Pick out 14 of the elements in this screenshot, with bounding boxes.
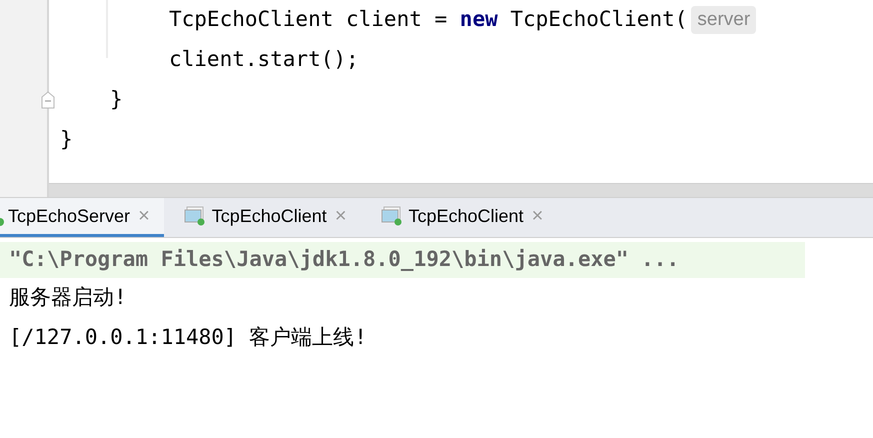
code-text: } [60, 126, 73, 154]
fold-icon[interactable] [41, 91, 55, 109]
code-text: client.start(); [169, 46, 359, 74]
code-keyword: new [460, 6, 498, 34]
code-text: } [110, 86, 123, 114]
code-text: TcpEchoClient( [509, 6, 688, 34]
run-tab[interactable]: TcpEchoClient × [360, 198, 558, 237]
run-tab[interactable]: TcpEchoClient × [164, 198, 360, 237]
console-output: 服务器启动! [8, 284, 128, 312]
run-tab[interactable]: TcpEchoServer × [0, 198, 164, 237]
code-text: TcpEchoClient client = [169, 6, 448, 34]
console-output: [/127.0.0.1:11480] 客户端上线! [8, 324, 368, 352]
horizontal-scrollbar[interactable] [49, 183, 873, 197]
parameter-hint: server [691, 6, 756, 34]
